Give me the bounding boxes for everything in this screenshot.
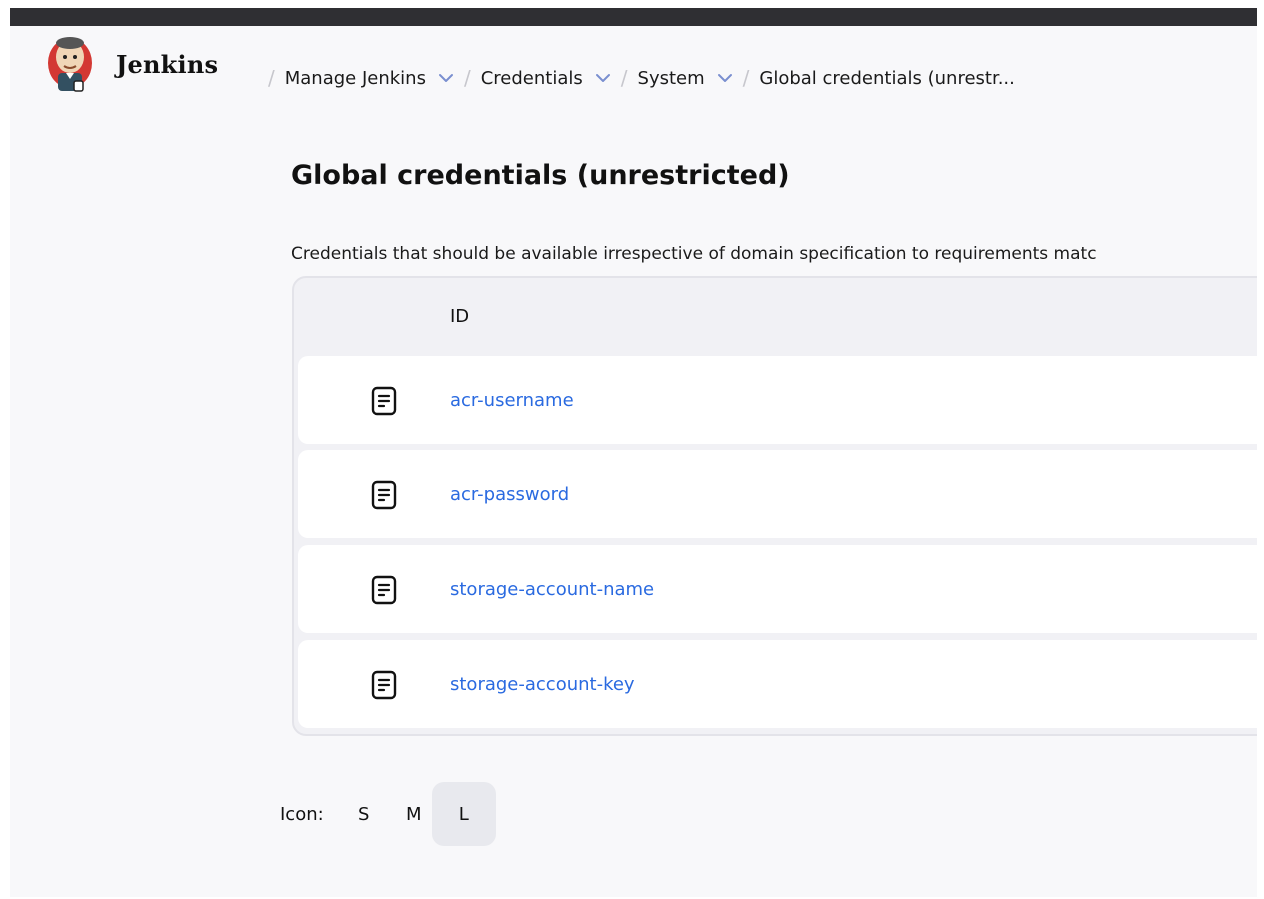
chevron-down-icon[interactable]: [595, 73, 611, 83]
chevron-down-icon[interactable]: [717, 73, 733, 83]
icon-size-label: Icon:: [280, 803, 324, 825]
credentials-table: ID acr-username acr-password storage-acc…: [292, 276, 1257, 736]
jenkins-brand[interactable]: Jenkins: [116, 50, 218, 79]
breadcrumb-global-credentials[interactable]: Global credentials (unrestr...: [759, 68, 1014, 89]
jenkins-window: Jenkins / Manage Jenkins / Credentials /…: [10, 8, 1257, 897]
page-title: Global credentials (unrestricted): [291, 160, 790, 191]
document-icon: [371, 575, 397, 605]
icon-size-l-button[interactable]: L: [431, 782, 496, 846]
document-icon: [371, 480, 397, 510]
breadcrumb-system[interactable]: System: [638, 68, 733, 89]
page-description: Credentials that should be available irr…: [291, 244, 1097, 264]
table-row: storage-account-name: [298, 545, 1257, 633]
breadcrumb-separator: /: [620, 66, 628, 90]
icon-size-selector: Icon: S M L: [280, 782, 502, 846]
column-header-id[interactable]: ID: [450, 306, 469, 327]
breadcrumb-separator: /: [268, 66, 275, 90]
credential-link-acr-username[interactable]: acr-username: [450, 390, 574, 411]
credential-link-storage-account-key[interactable]: storage-account-key: [450, 674, 635, 695]
breadcrumb-manage-jenkins[interactable]: Manage Jenkins: [285, 68, 454, 89]
table-row: acr-username: [298, 356, 1257, 444]
credential-link-storage-account-name[interactable]: storage-account-name: [450, 579, 654, 600]
table-header: ID: [294, 278, 1257, 356]
breadcrumb-credentials[interactable]: Credentials: [481, 68, 611, 89]
chevron-down-icon[interactable]: [438, 73, 454, 83]
breadcrumb-label[interactable]: System: [638, 68, 705, 89]
breadcrumb-separator: /: [463, 66, 471, 90]
table-row: storage-account-key: [298, 640, 1257, 728]
table-row: acr-password: [298, 450, 1257, 538]
breadcrumb-label[interactable]: Manage Jenkins: [285, 68, 426, 89]
breadcrumb-label[interactable]: Credentials: [481, 68, 583, 89]
document-icon: [371, 386, 397, 416]
breadcrumb-separator: /: [742, 66, 750, 90]
breadcrumb: / Manage Jenkins / Credentials / System …: [258, 66, 1015, 90]
breadcrumb-label[interactable]: Global credentials (unrestr...: [759, 68, 1014, 89]
document-icon: [371, 670, 397, 700]
browser-top-bar: [10, 8, 1257, 26]
jenkins-logo-icon[interactable]: [44, 33, 96, 99]
credential-link-acr-password[interactable]: acr-password: [450, 484, 569, 505]
